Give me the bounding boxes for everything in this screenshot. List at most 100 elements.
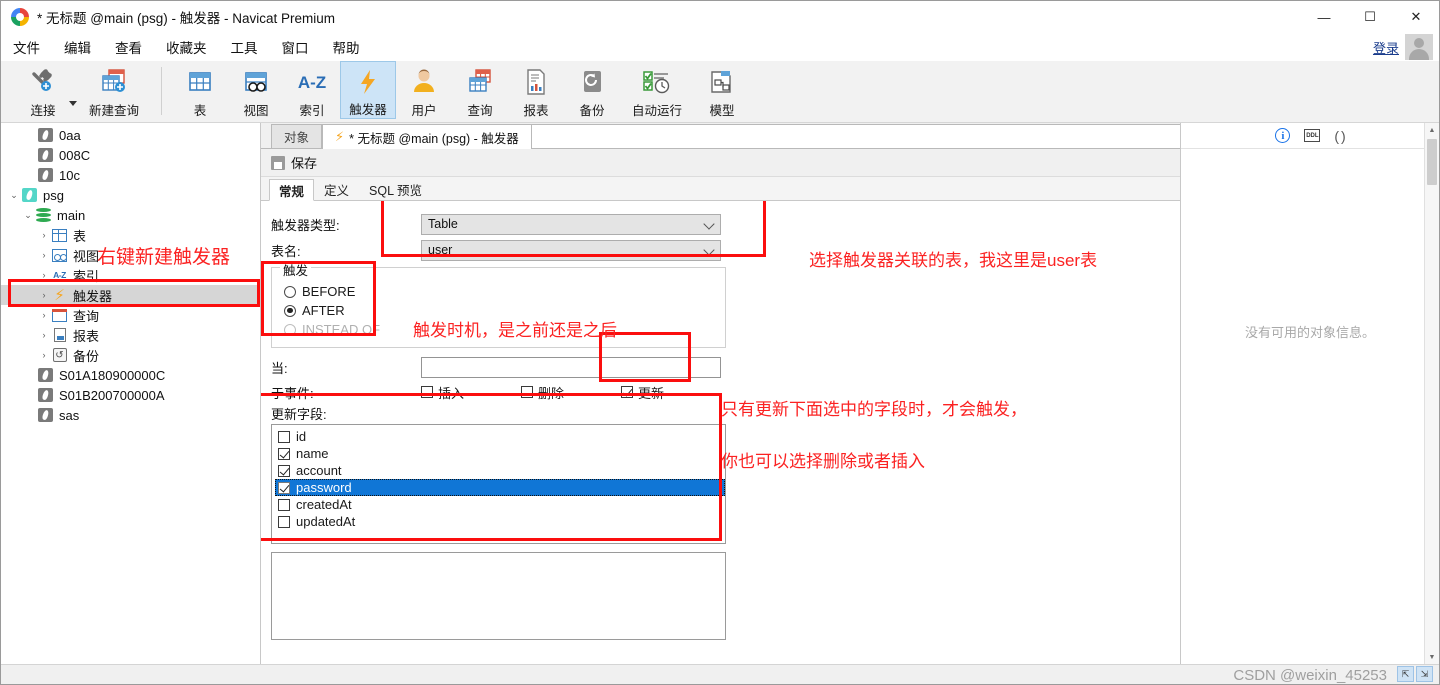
menu-favorites[interactable]: 收藏夹 bbox=[154, 33, 219, 61]
menu-help[interactable]: 帮助 bbox=[321, 33, 372, 61]
menu-view[interactable]: 查看 bbox=[103, 33, 154, 61]
minimize-button[interactable]: — bbox=[1301, 1, 1347, 33]
chevron-right-icon[interactable]: › bbox=[37, 270, 51, 280]
report-icon bbox=[51, 328, 68, 343]
checkbox-delete[interactable]: 删除 bbox=[521, 383, 621, 402]
list-item[interactable]: name bbox=[275, 445, 725, 462]
chevron-down-icon bbox=[703, 244, 714, 255]
toolbar-table-button[interactable]: 表 bbox=[172, 61, 228, 119]
connection-icon bbox=[28, 65, 58, 99]
object-tree-sidebar[interactable]: 0aa 008C 10c ⌄ psg ⌄ bbox=[1, 123, 261, 684]
file-icon bbox=[37, 168, 54, 183]
menu-tools[interactable]: 工具 bbox=[219, 33, 270, 61]
report-icon bbox=[523, 65, 549, 99]
toolbar-report-button[interactable]: 报表 bbox=[508, 61, 564, 119]
radio-icon-selected[interactable] bbox=[284, 305, 296, 317]
table-name-select[interactable]: user bbox=[421, 240, 721, 261]
list-item-selected[interactable]: password bbox=[275, 479, 725, 496]
chevron-right-icon[interactable]: › bbox=[37, 290, 51, 300]
checkbox-icon[interactable] bbox=[278, 499, 290, 511]
comment-textarea[interactable] bbox=[271, 552, 726, 640]
toolbar-index-button[interactable]: A-Z 索引 bbox=[284, 61, 340, 119]
chevron-right-icon[interactable]: › bbox=[37, 350, 51, 360]
checkbox-icon-checked[interactable] bbox=[278, 465, 290, 477]
tree-node-indexes[interactable]: › A-Z 索引 bbox=[1, 265, 260, 285]
chevron-right-icon[interactable]: › bbox=[37, 250, 51, 260]
toolbar-new-query-button[interactable]: 新建查询 bbox=[77, 61, 151, 119]
maximize-button[interactable]: ☐ bbox=[1347, 1, 1393, 33]
window-title: * 无标题 @main (psg) - 触发器 - Navicat Premiu… bbox=[37, 7, 335, 27]
toolbar-query-button[interactable]: 查询 bbox=[452, 61, 508, 119]
subtab-general[interactable]: 常规 bbox=[269, 179, 314, 201]
tree-node-sas[interactable]: sas bbox=[1, 405, 260, 425]
checkbox-icon[interactable] bbox=[278, 516, 290, 528]
connection-dropdown-caret-icon[interactable] bbox=[69, 101, 77, 106]
trigger-type-select[interactable]: Table bbox=[421, 214, 721, 235]
checkbox-insert[interactable]: 插入 bbox=[421, 383, 521, 402]
avatar[interactable] bbox=[1405, 34, 1433, 60]
toolbar-user-button[interactable]: 用户 bbox=[396, 61, 452, 119]
tree-node-label: 视图 bbox=[73, 246, 99, 265]
subtab-sql-preview[interactable]: SQL 预览 bbox=[359, 178, 432, 200]
info-icon[interactable]: i bbox=[1275, 128, 1290, 143]
tree-node-0aa[interactable]: 0aa bbox=[1, 125, 260, 145]
list-item[interactable]: updatedAt bbox=[275, 513, 725, 530]
tree-node-reports[interactable]: › 报表 bbox=[1, 325, 260, 345]
radio-before[interactable]: BEFORE bbox=[284, 282, 725, 301]
toolbar-trigger-button[interactable]: 触发器 bbox=[340, 61, 396, 119]
chevron-down-icon[interactable]: ⌄ bbox=[7, 190, 21, 201]
tab-objects[interactable]: 对象 bbox=[271, 124, 322, 148]
tree-node-s01b[interactable]: S01B200700000A bbox=[1, 385, 260, 405]
scrollbar-thumb[interactable] bbox=[1427, 139, 1437, 185]
update-fields-list[interactable]: id name account password bbox=[271, 424, 726, 544]
tab-trigger-editor[interactable]: ⚡ * 无标题 @main (psg) - 触发器 bbox=[322, 124, 532, 149]
list-item[interactable]: id bbox=[275, 428, 725, 445]
tree-node-queries[interactable]: › 查询 bbox=[1, 305, 260, 325]
toolbar-new-query-label: 新建查询 bbox=[89, 100, 139, 119]
tree-node-main[interactable]: ⌄ main bbox=[1, 205, 260, 225]
toolbar-connection-button[interactable]: 连接 bbox=[15, 61, 71, 119]
tree-node-triggers[interactable]: › ⚡ 触发器 bbox=[1, 285, 260, 305]
chevron-down-icon[interactable]: ⌄ bbox=[21, 210, 35, 221]
parens-icon[interactable]: ( ) bbox=[1334, 128, 1344, 144]
subtab-definition[interactable]: 定义 bbox=[314, 178, 359, 200]
ddl-icon[interactable]: DDL bbox=[1304, 129, 1320, 142]
vertical-scrollbar[interactable]: ▲ ▼ bbox=[1424, 123, 1439, 664]
checkbox-icon[interactable] bbox=[278, 431, 290, 443]
chevron-right-icon[interactable]: › bbox=[37, 330, 51, 340]
menu-window[interactable]: 窗口 bbox=[270, 33, 321, 61]
trigger-type-label: 触发器类型: bbox=[271, 215, 421, 234]
close-button[interactable]: ✕ bbox=[1393, 1, 1439, 33]
tree-node-backups[interactable]: › ↺ 备份 bbox=[1, 345, 260, 365]
menu-file[interactable]: 文件 bbox=[1, 33, 52, 61]
save-button[interactable]: 保存 bbox=[291, 153, 317, 172]
when-input[interactable] bbox=[421, 357, 721, 378]
toolbar-backup-button[interactable]: 备份 bbox=[564, 61, 620, 119]
checkbox-icon-checked[interactable] bbox=[278, 448, 290, 460]
checkbox-update[interactable]: 更新 bbox=[621, 383, 721, 402]
toolbar-automation-button[interactable]: 自动运行 bbox=[620, 61, 694, 119]
tree-node-008C[interactable]: 008C bbox=[1, 145, 260, 165]
scroll-down-arrow-icon[interactable]: ▼ bbox=[1425, 650, 1439, 664]
main-toolbar: 连接 新建查询 bbox=[1, 61, 1439, 123]
tree-node-s01a[interactable]: S01A180900000C bbox=[1, 365, 260, 385]
list-item[interactable]: account bbox=[275, 462, 725, 479]
scroll-up-arrow-icon[interactable]: ▲ bbox=[1425, 123, 1439, 137]
toolbar-model-button[interactable]: 模型 bbox=[694, 61, 750, 119]
tree-node-10c[interactable]: 10c bbox=[1, 165, 260, 185]
menu-edit[interactable]: 编辑 bbox=[52, 33, 103, 61]
list-item[interactable]: createdAt bbox=[275, 496, 725, 513]
checkbox-icon[interactable] bbox=[421, 386, 433, 398]
tree-node-views[interactable]: › 视图 bbox=[1, 245, 260, 265]
radio-after[interactable]: AFTER bbox=[284, 301, 725, 320]
chevron-right-icon[interactable]: › bbox=[37, 230, 51, 240]
chevron-right-icon[interactable]: › bbox=[37, 310, 51, 320]
radio-icon[interactable] bbox=[284, 286, 296, 298]
tree-node-psg[interactable]: ⌄ psg bbox=[1, 185, 260, 205]
checkbox-icon-checked[interactable] bbox=[621, 386, 633, 398]
checkbox-icon-checked[interactable] bbox=[278, 482, 290, 494]
tree-node-tables[interactable]: › 表 bbox=[1, 225, 260, 245]
toolbar-view-button[interactable]: 视图 bbox=[228, 61, 284, 119]
checkbox-icon[interactable] bbox=[521, 386, 533, 398]
login-link[interactable]: 登录 bbox=[1373, 38, 1399, 57]
